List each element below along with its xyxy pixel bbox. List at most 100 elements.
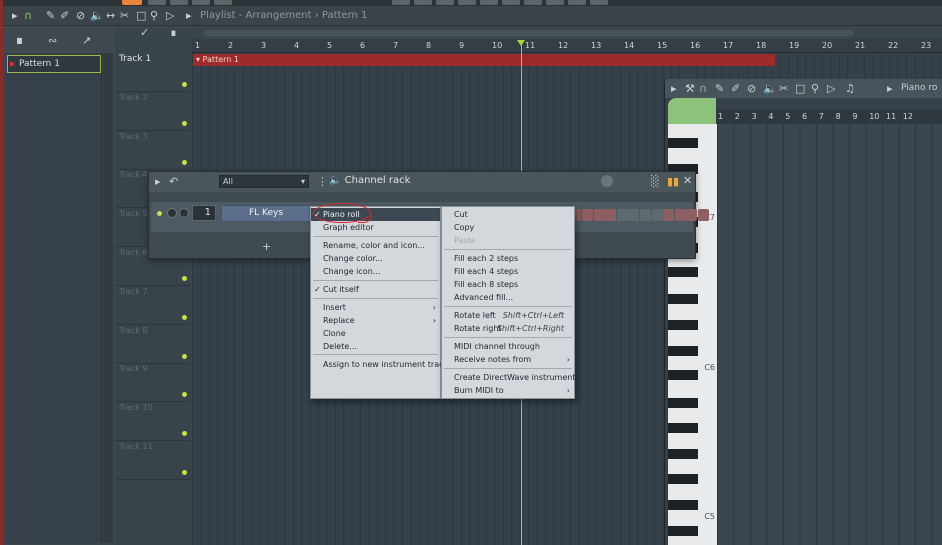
pattern-clip[interactable]: ▾ Pattern 1	[193, 54, 775, 66]
toolbar-tab[interactable]	[480, 0, 498, 5]
piano-icon[interactable]: ∎	[16, 35, 23, 47]
track-header[interactable]: Track 10	[116, 402, 191, 442]
toolbar-tab[interactable]	[502, 0, 520, 5]
toolbar-tab[interactable]	[148, 0, 166, 5]
slice-icon[interactable]: ✂	[779, 83, 788, 95]
menu-item[interactable]: Rotate right Shift+Ctrl+Right	[442, 322, 574, 335]
wrench-icon[interactable]: ⚒	[685, 83, 695, 95]
mixer-track-number[interactable]: 1	[192, 205, 216, 221]
menu-item[interactable]: Create DirectWave instrument...	[442, 371, 583, 384]
speaker-icon[interactable]: ♫	[845, 83, 855, 95]
magnet-icon[interactable]: ∩	[699, 83, 707, 95]
piano-roll-tool-area[interactable]	[668, 98, 716, 124]
menu-item[interactable]: Graph editor	[311, 221, 440, 234]
toolbar-tab[interactable]	[170, 0, 188, 5]
window-arrow-icon[interactable]: ▸	[186, 10, 192, 22]
step-button[interactable]	[686, 209, 698, 221]
menu-item[interactable]: Copy	[442, 221, 574, 234]
step-button[interactable]	[674, 209, 686, 221]
menu-item[interactable]: Burn MIDI to ›	[442, 384, 574, 397]
menu-item[interactable]: Fill each 4 steps	[442, 265, 574, 278]
close-icon[interactable]: ✕	[683, 175, 692, 187]
track-mute-led[interactable]	[182, 120, 187, 126]
toolbar-tab[interactable]	[192, 0, 210, 5]
step-button[interactable]	[582, 209, 593, 221]
toolbar-tab[interactable]	[214, 0, 232, 5]
graph-toggle[interactable]	[621, 176, 643, 187]
track-header[interactable]: Track 2	[116, 92, 191, 131]
toolbar-tab[interactable]	[546, 0, 564, 5]
menu-item[interactable]: Rotate left Shift+Ctrl+Left	[442, 309, 574, 322]
track-header[interactable]: Track 3	[116, 131, 191, 170]
playlist-ruler[interactable]: 1 2 3 4 5 6 7 8 9 10 11 12 13 14 15 16 17 18 19 20 21 22 23	[192, 39, 942, 53]
black-key[interactable]	[668, 423, 698, 433]
menu-item[interactable]: Delete...	[311, 340, 440, 353]
menu-item[interactable]: Insert ›	[311, 301, 440, 314]
toolbar-tab[interactable]	[458, 0, 476, 5]
toolbar-tab[interactable]	[524, 0, 542, 5]
step-button[interactable]	[616, 209, 628, 221]
menu-dots-icon[interactable]: ⋮	[317, 176, 328, 188]
playlist-scrollbar[interactable]	[192, 27, 942, 39]
step-button[interactable]	[593, 209, 605, 221]
step-button[interactable]	[628, 209, 640, 221]
pattern-item[interactable]: Pattern 1	[7, 55, 101, 73]
audio-icon[interactable]: ∾	[48, 35, 57, 47]
playback-icon[interactable]: ▷	[827, 83, 835, 95]
steps-icon[interactable]: ▮▮	[667, 176, 679, 188]
track-header[interactable]: Track 9	[116, 363, 191, 403]
piano-roll-ruler[interactable]: 1 2 3 4 5 6 7 8 9 10 11 12	[717, 110, 942, 124]
zoom-icon[interactable]: ⚲	[150, 10, 158, 22]
brush-icon[interactable]: ✐	[731, 83, 740, 95]
add-channel-button[interactable]: +	[262, 240, 271, 253]
window-arrow-icon[interactable]: ▸	[887, 83, 893, 95]
track-header[interactable]: Track 8	[116, 325, 191, 364]
track-header[interactable]: Track 1	[116, 53, 191, 92]
menu-item[interactable]: Rename, color and icon...	[311, 239, 440, 252]
zoom-icon[interactable]: ⚲	[811, 83, 819, 95]
menu-item[interactable]: Clone	[311, 327, 440, 340]
instrument-button[interactable]: FL Keys	[221, 205, 311, 222]
track-header[interactable]: Track 7	[116, 286, 191, 325]
track-mute-led[interactable]	[182, 431, 187, 437]
step-button[interactable]	[640, 209, 651, 221]
piano-roll-grid[interactable]	[717, 124, 942, 545]
brush-icon[interactable]: ✐	[60, 10, 69, 22]
toolbar-tab[interactable]	[590, 0, 608, 5]
play-arrow-icon[interactable]: ▸	[12, 10, 18, 22]
delete-icon[interactable]: ⊘	[76, 10, 85, 22]
black-key[interactable]	[668, 526, 698, 536]
arrow-icon[interactable]: ▸	[671, 83, 677, 95]
track-mute-led[interactable]	[182, 353, 187, 359]
piano-roll-titlebar[interactable]: ▸ ⚒ ∩ ✎ ✐ ⊘ 🔈 ✂ □ ⚲ ▷ ♫ ▸ Piano ro	[665, 79, 942, 98]
menu-item[interactable]: Cut	[442, 208, 574, 221]
pattern-list-scrollbar[interactable]	[103, 53, 113, 543]
black-key[interactable]	[668, 346, 698, 356]
playhead-marker-icon[interactable]	[517, 40, 525, 46]
step-button[interactable]	[605, 209, 617, 221]
toolbar-tab[interactable]	[414, 0, 432, 5]
toolbar-tab[interactable]	[122, 0, 142, 5]
select-icon[interactable]: □	[136, 10, 146, 22]
step-button[interactable]	[698, 209, 709, 221]
black-key[interactable]	[668, 370, 698, 380]
menu-item[interactable]: Replace ›	[311, 314, 440, 327]
slip-icon[interactable]: ↔	[106, 10, 115, 22]
pencil-icon[interactable]: ✎	[46, 10, 55, 22]
track-mute-led[interactable]	[182, 470, 187, 475]
step-button[interactable]	[651, 209, 663, 221]
bars-icon[interactable]: ░	[651, 176, 659, 188]
playback-icon[interactable]: ▷	[166, 10, 174, 22]
track-mute-led[interactable]	[182, 159, 187, 165]
menu-item[interactable]: MIDI channel through	[442, 340, 574, 353]
black-key[interactable]	[668, 320, 698, 330]
slice-icon[interactable]: ✂	[120, 10, 129, 22]
track-mute-led[interactable]	[182, 82, 187, 87]
black-key[interactable]	[668, 398, 698, 408]
magnet-icon[interactable]: ∩	[24, 10, 32, 22]
volume-knob-icon[interactable]	[179, 208, 189, 218]
draw-icon[interactable]: ✓	[140, 27, 149, 39]
channel-filter-select[interactable]: All ▾	[219, 175, 309, 188]
undo-icon[interactable]: ↶	[169, 176, 178, 188]
track-mute-led[interactable]	[182, 392, 187, 398]
